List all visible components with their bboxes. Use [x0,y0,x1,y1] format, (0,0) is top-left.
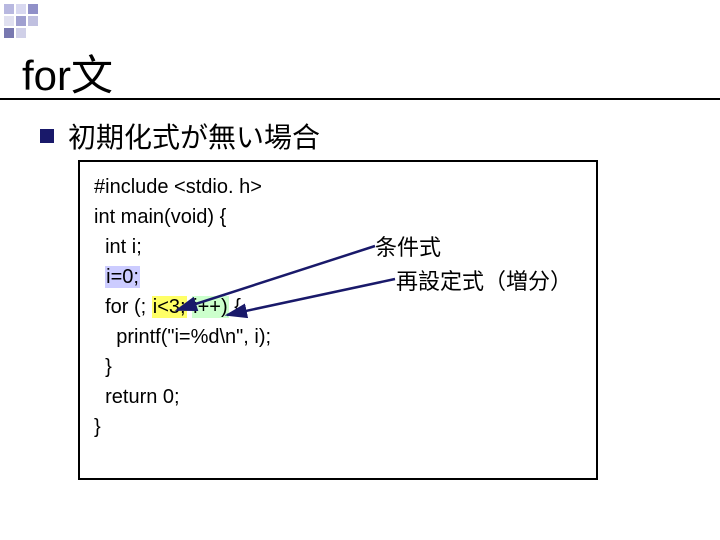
slide-decoration [0,0,42,42]
bullet-row: 初期化式が無い場合 [40,116,320,156]
code-line: printf("i=%d\n", i); [94,322,582,352]
code-line: } [94,412,582,442]
code-line: int i; [94,232,582,262]
annotation-condition: 条件式 [375,230,441,262]
code-line: for (; i<3; i++) { [94,292,582,322]
bullet-icon [40,129,54,143]
bullet-text: 初期化式が無い場合 [68,116,320,156]
title-underline [0,98,720,100]
slide-title: for文 [22,42,113,103]
annotation-increment: 再設定式（増分） [396,264,572,296]
highlight-condition: i<3; [152,296,187,318]
code-box: #include <stdio. h> int main(void) { int… [78,160,598,480]
code-line: } [94,352,582,382]
code-line: int main(void) { [94,202,582,232]
highlight-increment: i++) [192,296,228,318]
code-line: #include <stdio. h> [94,172,582,202]
highlight-init: i=0; [105,266,140,288]
code-line: return 0; [94,382,582,412]
